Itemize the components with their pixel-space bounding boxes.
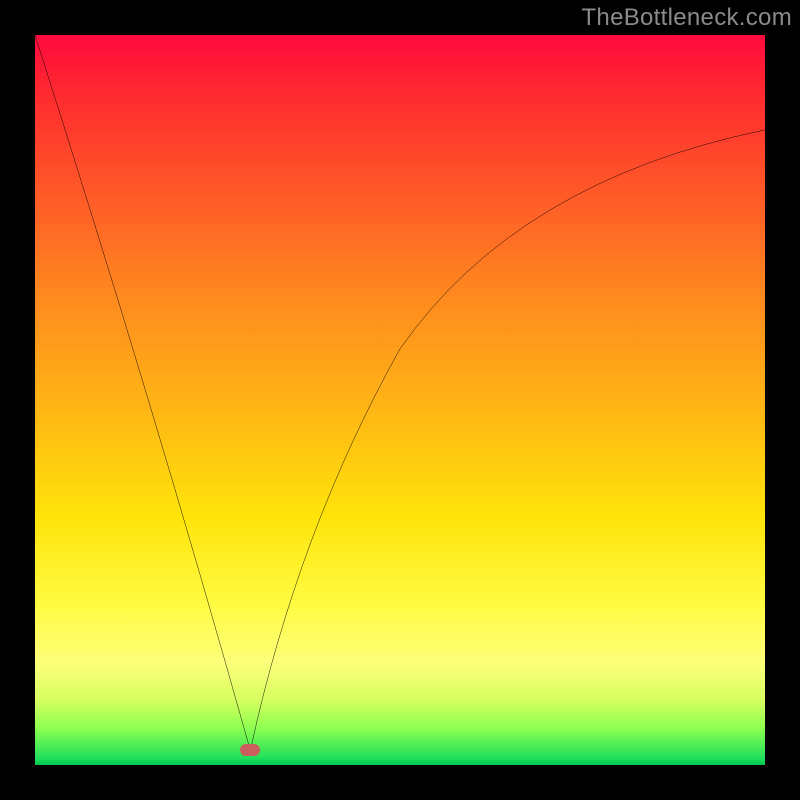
curve-right bbox=[250, 130, 765, 751]
watermark-text: TheBottleneck.com bbox=[581, 4, 792, 32]
plot-area bbox=[35, 35, 765, 765]
marker-dot bbox=[240, 744, 260, 756]
curve-layer bbox=[35, 35, 765, 765]
chart-frame: TheBottleneck.com bbox=[0, 0, 800, 800]
curve-left bbox=[35, 35, 250, 750]
